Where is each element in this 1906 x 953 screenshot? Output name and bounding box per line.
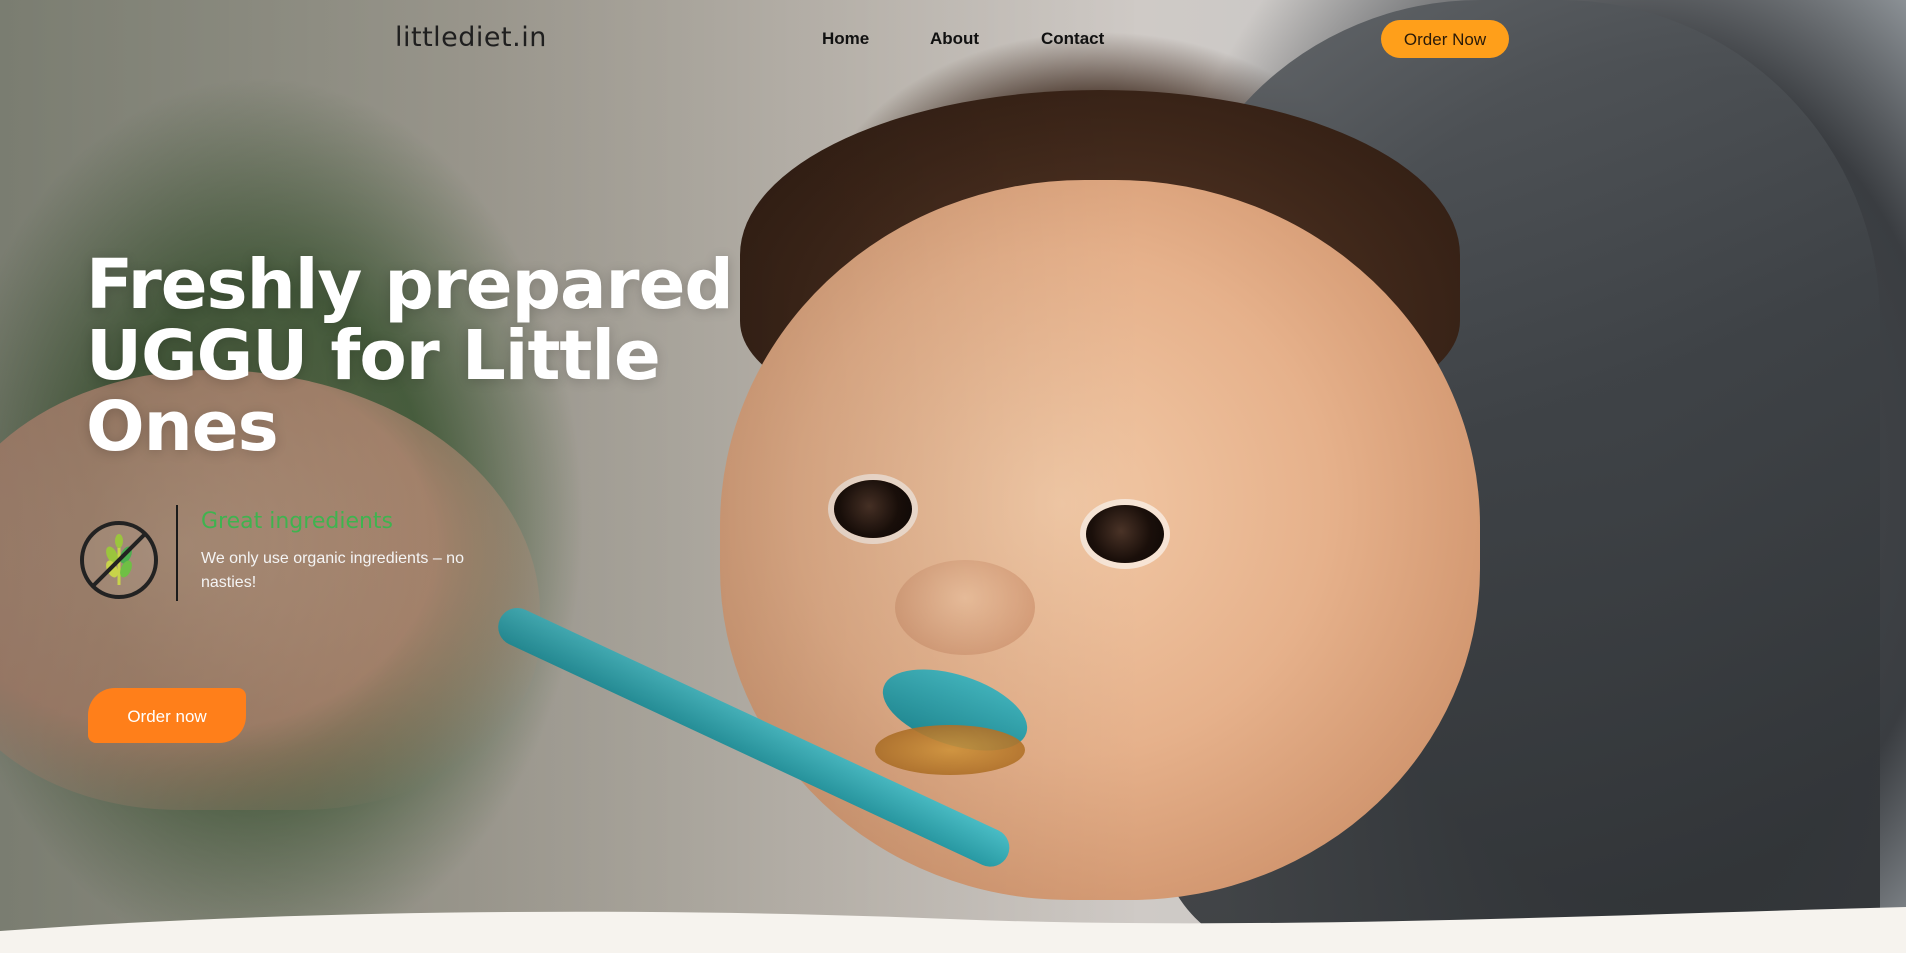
headline-line-1: Freshly prepared [86, 245, 734, 325]
no-gluten-wheat-icon [80, 521, 158, 599]
headline-line-2: UGGU for Little [86, 316, 661, 396]
nav-link-contact[interactable]: Contact [1041, 29, 1104, 49]
hero-section: littlediet.in Home About Contact Order N… [0, 0, 1906, 953]
feature-great-ingredients: Great ingredients We only use organic in… [78, 505, 518, 601]
hero-headline: Freshly prepared UGGU for Little Ones [86, 250, 766, 463]
hero-overlay [0, 0, 1906, 953]
feature-title: Great ingredients [201, 509, 394, 534]
section-wave-divider [0, 907, 1906, 953]
top-navigation: littlediet.in Home About Contact Order N… [0, 0, 1906, 78]
feature-divider [176, 505, 178, 601]
nav-order-now-button[interactable]: Order Now [1381, 20, 1509, 58]
hero-order-now-button[interactable]: Order now [88, 688, 246, 743]
nav-link-home[interactable]: Home [822, 29, 869, 49]
headline-line-3: Ones [86, 387, 279, 467]
site-logo[interactable]: littlediet.in [395, 22, 547, 53]
nav-link-about[interactable]: About [930, 29, 979, 49]
feature-description: We only use organic ingredients – no nas… [201, 550, 464, 591]
